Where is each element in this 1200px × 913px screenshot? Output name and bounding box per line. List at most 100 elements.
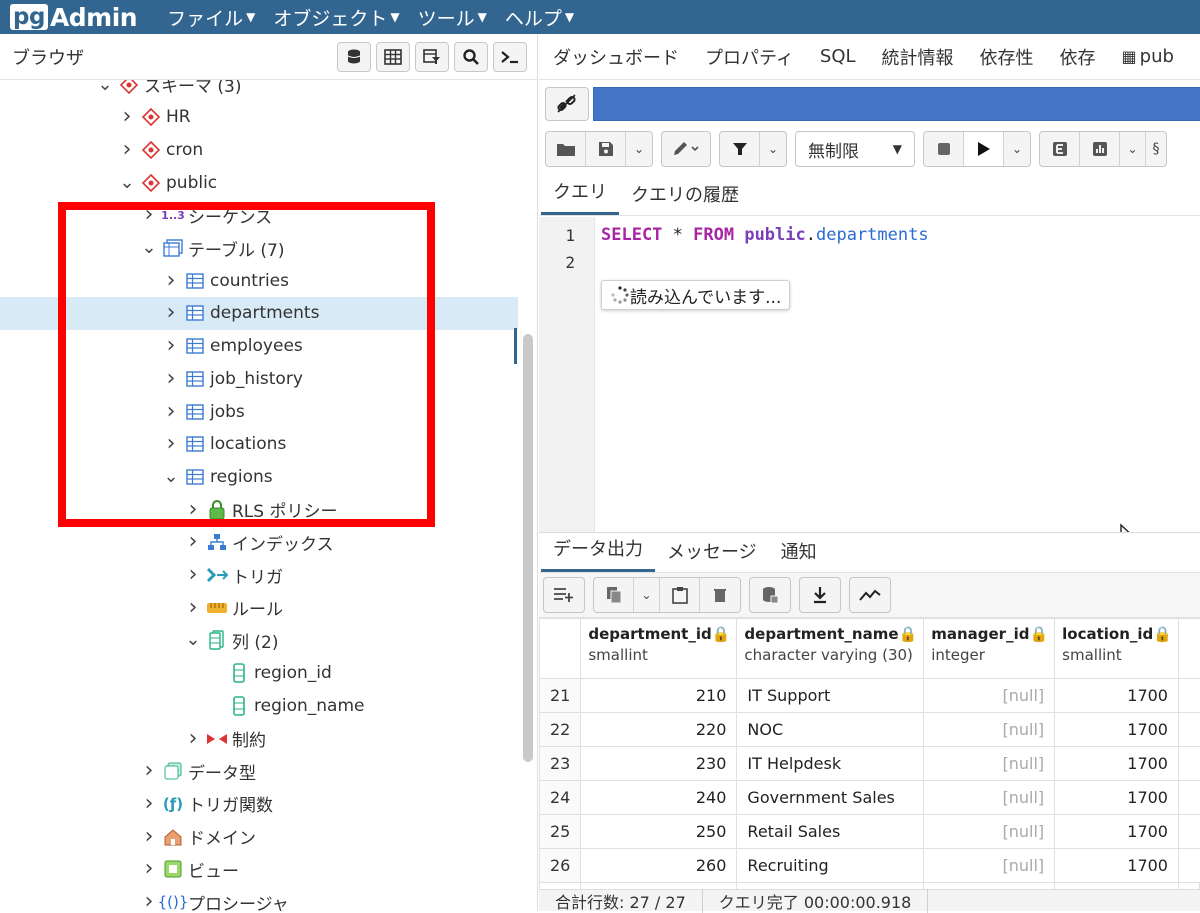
chevron-right-icon[interactable]: › — [140, 891, 158, 912]
column-header[interactable]: department_id 🔒 smallint — [580, 618, 738, 679]
filtered-rows-button[interactable] — [415, 41, 449, 72]
execute-dropdown-button[interactable]: ⌄ — [1004, 132, 1030, 166]
chevron-right-icon[interactable]: › — [140, 792, 158, 814]
table-cell[interactable]: IT Support — [736, 678, 925, 713]
graph-visualiser-button[interactable] — [850, 578, 890, 612]
chevron-right-icon[interactable]: › — [140, 760, 158, 782]
menu-tools[interactable]: ツール ▼ — [418, 4, 487, 31]
table-cell[interactable]: Retail Sales — [736, 814, 925, 849]
save-file-button[interactable] — [586, 132, 626, 166]
table-cell[interactable]: 230 — [580, 746, 738, 781]
tree-node[interactable]: › ルール — [0, 591, 518, 624]
tree-node[interactable]: › cron — [0, 133, 518, 166]
open-file-button[interactable] — [546, 132, 586, 166]
tree-node[interactable]: › ドメイン — [0, 820, 518, 853]
tree-node[interactable]: › HR — [0, 101, 518, 134]
tree-node[interactable]: ›{()} プロシージャ — [0, 886, 518, 912]
table-cell[interactable]: Government Sales — [736, 780, 925, 815]
explain-button[interactable] — [1040, 132, 1080, 166]
explain-analyze-button[interactable] — [1080, 132, 1120, 166]
tab-query[interactable]: クエリ — [541, 178, 619, 215]
chevron-down-icon[interactable]: ⌄ — [118, 173, 136, 191]
search-objects-button[interactable] — [454, 41, 488, 72]
table-cell[interactable]: [null] — [923, 712, 1056, 747]
table-row[interactable]: 26 260 Recruiting [null] 1700 — [538, 848, 1200, 883]
table-cell[interactable]: 1700 — [1054, 746, 1179, 781]
sql-editor[interactable]: 1 2 SELECT * FROM public.departments 読み込… — [539, 217, 1200, 550]
table-cell[interactable]: [null] — [923, 814, 1056, 849]
save-data-button[interactable] — [750, 578, 790, 612]
tree-node[interactable]: › ビュー — [0, 853, 518, 886]
connection-bar[interactable] — [593, 87, 1200, 121]
chevron-right-icon[interactable]: › — [118, 138, 136, 160]
table-cell[interactable]: 1700 — [1054, 848, 1179, 883]
row-number-cell[interactable]: 23 — [538, 746, 582, 781]
row-number-cell[interactable]: 21 — [538, 678, 582, 713]
row-number-cell[interactable]: 25 — [538, 814, 582, 849]
tree-node[interactable]: › インデックス — [0, 526, 518, 559]
tree-node[interactable]: ⌄ public — [0, 166, 518, 199]
tab-messages[interactable]: メッセージ — [655, 538, 769, 572]
column-header[interactable]: manager_id 🔒 integer — [923, 618, 1056, 679]
table-row[interactable]: 23 230 IT Helpdesk [null] 1700 — [538, 746, 1200, 781]
table-cell[interactable]: 250 — [580, 814, 738, 849]
row-number-cell[interactable]: 26 — [538, 848, 582, 883]
tree-node[interactable]: ⌄ 列 (2) — [0, 624, 518, 657]
chevron-down-icon[interactable]: ⌄ — [184, 631, 202, 649]
table-cell[interactable]: [null] — [923, 848, 1056, 883]
psql-tool-button[interactable] — [493, 41, 527, 72]
tab-query-tool[interactable]: ▦ pub — [1122, 46, 1174, 67]
chevron-right-icon[interactable]: › — [118, 106, 136, 128]
tab-properties[interactable]: プロパティ — [705, 44, 794, 70]
paste-button[interactable] — [660, 578, 700, 612]
chevron-right-icon[interactable]: › — [140, 858, 158, 880]
tree-node[interactable]: › データ型 — [0, 755, 518, 788]
stop-button[interactable] — [924, 132, 964, 166]
menu-object[interactable]: オブジェクト ▼ — [273, 4, 399, 31]
chevron-right-icon[interactable]: › — [184, 564, 202, 586]
table-cell[interactable]: 220 — [580, 712, 738, 747]
tree-node[interactable]: › トリガ — [0, 559, 518, 592]
connection-status-button[interactable] — [545, 87, 589, 121]
pgadmin-logo[interactable]: pg Admin — [10, 3, 138, 32]
table-cell[interactable]: 260 — [580, 848, 738, 883]
copy-button[interactable] — [594, 578, 634, 612]
table-row[interactable]: 22 220 NOC [null] 1700 — [538, 712, 1200, 747]
tab-dashboard[interactable]: ダッシュボード — [553, 44, 679, 70]
view-data-button[interactable] — [376, 41, 410, 72]
edit-button[interactable] — [662, 132, 710, 166]
row-number-cell[interactable]: 24 — [538, 780, 582, 815]
tab-statistics[interactable]: 統計情報 — [882, 44, 954, 70]
tree-scrollbar[interactable] — [523, 334, 533, 762]
explain-dropdown-button[interactable]: ⌄ — [1120, 132, 1146, 166]
table-cell[interactable]: 1700 — [1054, 780, 1179, 815]
row-number-cell[interactable]: 22 — [538, 712, 582, 747]
table-cell[interactable]: 210 — [580, 678, 738, 713]
more-tools-button[interactable]: § — [1146, 132, 1166, 166]
tree-node[interactable]: › (ƒ) トリガ関数 — [0, 787, 518, 820]
delete-row-button[interactable] — [700, 578, 740, 612]
chevron-right-icon[interactable]: › — [184, 596, 202, 618]
filter-button[interactable] — [720, 132, 760, 166]
copy-dropdown-button[interactable]: ⌄ — [634, 578, 660, 612]
tree-node[interactable]: › 制約 — [0, 722, 518, 755]
tab-query-history[interactable]: クエリの履歴 — [619, 181, 751, 215]
row-limit-select[interactable]: 無制限 ▼ — [795, 131, 915, 167]
menu-help[interactable]: ヘルプ ▼ — [505, 4, 574, 31]
tab-sql[interactable]: SQL — [820, 46, 856, 67]
chevron-right-icon[interactable]: › — [140, 825, 158, 847]
chevron-down-icon[interactable]: ⌄ — [96, 80, 114, 93]
filter-dropdown-button[interactable]: ⌄ — [760, 132, 786, 166]
table-cell[interactable]: 240 — [580, 780, 738, 815]
tree-node[interactable]: region_id — [0, 657, 518, 690]
table-cell[interactable]: IT Helpdesk — [736, 746, 925, 781]
query-tool-button[interactable] — [337, 41, 371, 72]
tab-data-output[interactable]: データ出力 — [541, 535, 655, 572]
column-header[interactable]: location_id 🔒 smallint — [1054, 618, 1179, 679]
tab-dependencies[interactable]: 依存性 — [980, 44, 1034, 70]
table-cell[interactable]: Recruiting — [736, 848, 925, 883]
tree-node[interactable]: region_name — [0, 689, 518, 722]
table-row[interactable]: 25 250 Retail Sales [null] 1700 — [538, 814, 1200, 849]
execute-button[interactable] — [964, 132, 1004, 166]
tab-notifications[interactable]: 通知 — [769, 538, 829, 572]
